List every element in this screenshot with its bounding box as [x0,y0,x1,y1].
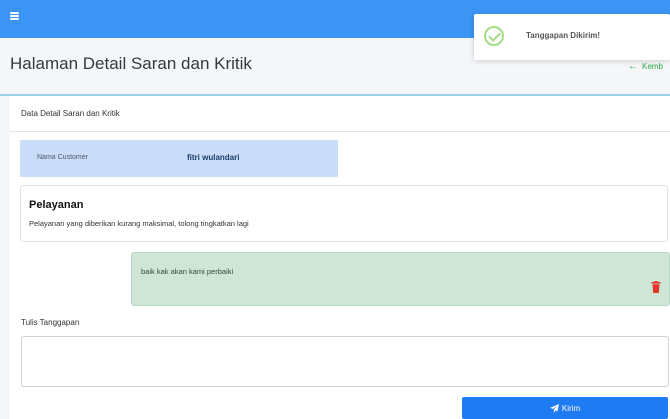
trash-icon[interactable] [651,281,661,293]
feedback-message: Pelayanan yang diberikan kurang maksimal… [29,219,249,228]
card-title: Data Detail Saran dan Kritik [21,109,120,118]
customer-label: Nama Customer [37,154,88,161]
reply-text: baik kak akan kami perbaiki [141,267,234,276]
success-toast: Tanggapan Dikirim! [474,14,670,60]
feedback-category: Pelayanan [29,199,84,211]
customer-name: fitri wulandari [187,153,240,162]
paper-plane-icon [549,403,559,413]
page-title: Halaman Detail Saran dan Kritik [10,54,252,73]
reply-bubble: baik kak akan kami perbaiki [131,252,670,306]
toast-message: Tanggapan Dikirim! [526,31,601,40]
reply-textarea[interactable] [21,336,669,387]
check-circle-icon [484,26,504,46]
send-button[interactable]: Kirim [462,397,668,419]
detail-card: Data Detail Saran dan Kritik Nama Custom… [10,96,670,419]
send-button-label: Kirim [561,403,581,413]
customer-info: Nama Customer fitri wulandari [20,140,338,177]
arrow-left-icon: ← [628,61,638,72]
hamburger-icon[interactable] [10,12,19,20]
back-link-label: Kemb [642,62,663,71]
reply-form-label: Tulis Tanggapan [21,318,80,327]
card-header: Data Detail Saran dan Kritik [10,96,670,132]
feedback-box: Pelayanan Pelayanan yang diberikan kuran… [20,185,668,242]
back-link[interactable]: ← Kemb [628,61,663,72]
